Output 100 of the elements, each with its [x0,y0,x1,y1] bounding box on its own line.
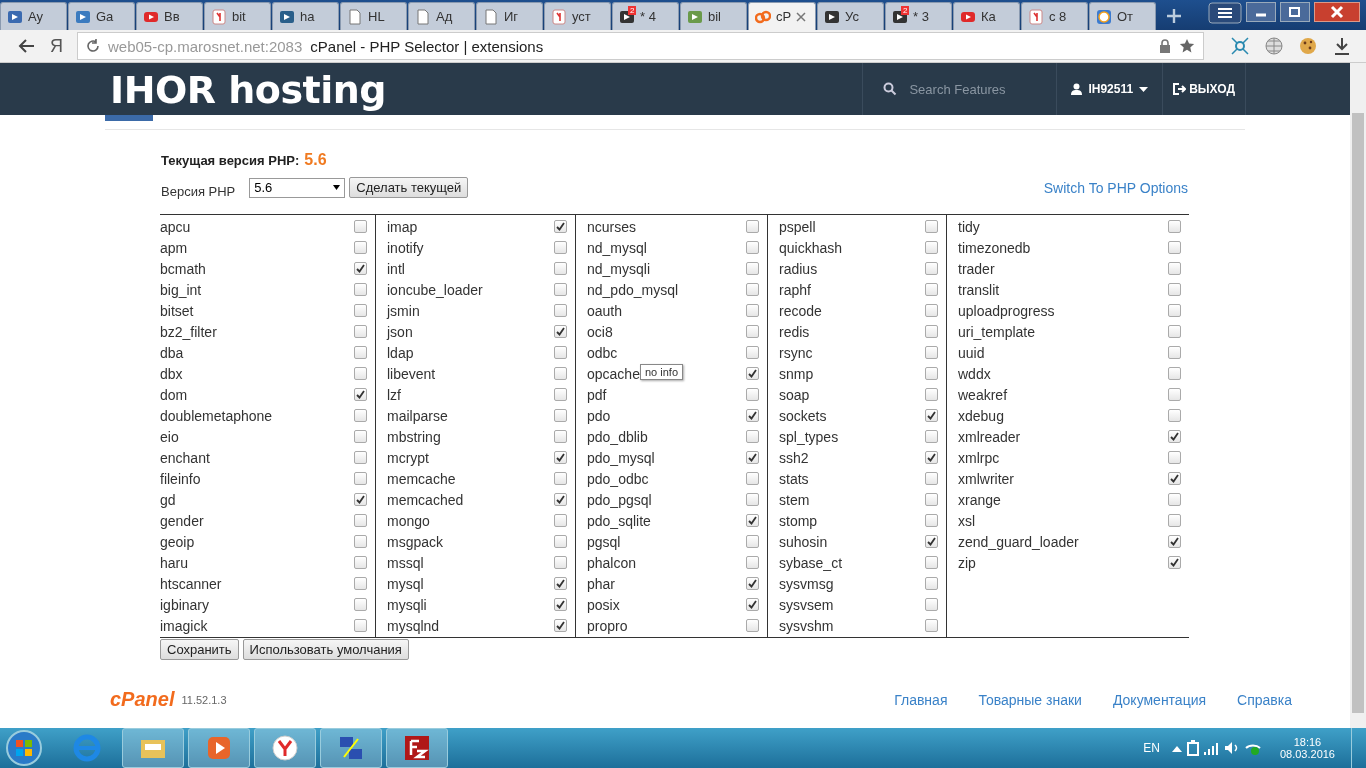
browser-tab[interactable]: Ус [817,2,884,30]
extension-checkbox[interactable] [554,556,567,569]
extension-checkbox[interactable] [1168,241,1181,254]
site-logo[interactable]: IHOR hosting [110,68,386,112]
extension-checkbox[interactable] [354,304,367,317]
extension-checkbox[interactable] [1168,556,1181,569]
extension-checkbox[interactable] [354,556,367,569]
volume-icon[interactable] [1223,741,1240,755]
reload-icon[interactable] [86,39,100,53]
extension-checkbox[interactable] [554,304,567,317]
extension-checkbox[interactable] [925,220,938,233]
browser-tab[interactable]: Иг [476,2,543,30]
extension-checkbox[interactable] [554,430,567,443]
action-button[interactable]: Сохранить [160,639,239,660]
extension-checkbox[interactable] [554,241,567,254]
taskbar-app[interactable] [320,728,382,768]
browser-tab[interactable]: bit [204,2,271,30]
browser-tab[interactable]: Ка [953,2,1020,30]
extension-checkbox[interactable] [925,388,938,401]
extension-checkbox[interactable] [354,472,367,485]
extension-checkbox[interactable] [746,430,759,443]
footer-link[interactable]: Товарные знаки [978,691,1082,708]
extension-checkbox[interactable] [1168,262,1181,275]
extension-checkbox[interactable] [925,451,938,464]
extension-checkbox[interactable] [1168,493,1181,506]
taskbar-app[interactable] [386,728,448,768]
browser-tab[interactable]: bil [680,2,747,30]
browser-tab[interactable]: Вв [136,2,203,30]
extension-checkbox[interactable] [746,409,759,422]
extension-checkbox[interactable] [1168,367,1181,380]
extension-checkbox[interactable] [746,262,759,275]
network-status-icon[interactable] [1243,741,1262,755]
back-icon[interactable] [18,37,36,55]
extension-checkbox[interactable] [746,304,759,317]
extension-checkbox[interactable] [1168,514,1181,527]
extension-checkbox[interactable] [746,220,759,233]
menu-icon[interactable] [1208,2,1242,24]
extension-checkbox[interactable] [1168,283,1181,296]
extension-checkbox[interactable] [354,283,367,296]
download-icon[interactable] [1332,36,1352,56]
extension-checkbox[interactable] [925,241,938,254]
extension-checkbox[interactable] [1168,346,1181,359]
extension-checkbox[interactable] [925,304,938,317]
extension-checkbox[interactable] [1168,388,1181,401]
extension-checkbox[interactable] [925,514,938,527]
extension-checkbox[interactable] [746,325,759,338]
extension-checkbox[interactable] [1168,304,1181,317]
taskbar-app[interactable] [122,728,184,768]
extension-checkbox[interactable] [746,283,759,296]
browser-tab[interactable]: 2 * 3 [885,2,952,30]
extension-checkbox[interactable] [554,220,567,233]
extension-checkbox[interactable] [354,493,367,506]
language-indicator[interactable]: EN [1143,741,1160,755]
extension-checkbox[interactable] [354,577,367,590]
extension-checkbox[interactable] [746,346,759,359]
extension-checkbox[interactable] [746,598,759,611]
extension-checkbox[interactable] [354,325,367,338]
minimize-icon[interactable] [1246,2,1276,22]
close-icon[interactable] [796,11,807,22]
footer-link[interactable]: Главная [894,691,948,708]
browser-tab[interactable]: 2 * 4 [612,2,679,30]
extension-checkbox[interactable] [925,283,938,296]
extension-checkbox[interactable] [554,346,567,359]
extension-checkbox[interactable] [354,514,367,527]
extension-checkbox[interactable] [746,367,759,380]
extension-checkbox[interactable] [925,367,938,380]
extension-checkbox[interactable] [354,367,367,380]
extension-checkbox[interactable] [554,283,567,296]
extension-checkbox[interactable] [1168,409,1181,422]
signal-icon[interactable] [1203,741,1220,755]
extension-checkbox[interactable] [925,619,938,632]
extension-checkbox[interactable] [746,535,759,548]
extension-checkbox[interactable] [554,325,567,338]
extension-checkbox[interactable] [925,262,938,275]
extension-checkbox[interactable] [746,619,759,632]
extension-checkbox[interactable] [925,472,938,485]
extension-checkbox[interactable] [554,472,567,485]
start-button[interactable] [4,728,44,768]
action-button[interactable]: Использовать умолчания [242,639,409,660]
close-icon[interactable] [1314,2,1360,22]
logout-button[interactable]: ВЫХОД [1162,63,1246,115]
extension-checkbox[interactable] [925,577,938,590]
restore-icon[interactable] [1280,2,1310,22]
extension-checkbox[interactable] [925,556,938,569]
extension-checkbox[interactable] [554,409,567,422]
browser-tab[interactable]: с 8 [1021,2,1088,30]
star-icon[interactable] [1179,38,1195,54]
yandex-button[interactable]: Я [50,35,63,57]
extension-checkbox[interactable] [354,535,367,548]
extension-checkbox[interactable] [554,535,567,548]
extension-checkbox[interactable] [554,514,567,527]
battery-icon[interactable] [1185,740,1200,756]
browser-tab[interactable]: Ад [408,2,475,30]
extension-checkbox[interactable] [1168,472,1181,485]
extension-checkbox[interactable] [554,451,567,464]
extension-icon[interactable] [1230,36,1250,56]
extension-checkbox[interactable] [1168,535,1181,548]
browser-tab[interactable]: ha [272,2,339,30]
tray-expand-icon[interactable] [1171,744,1182,752]
browser-tab[interactable]: Ay [0,2,67,30]
